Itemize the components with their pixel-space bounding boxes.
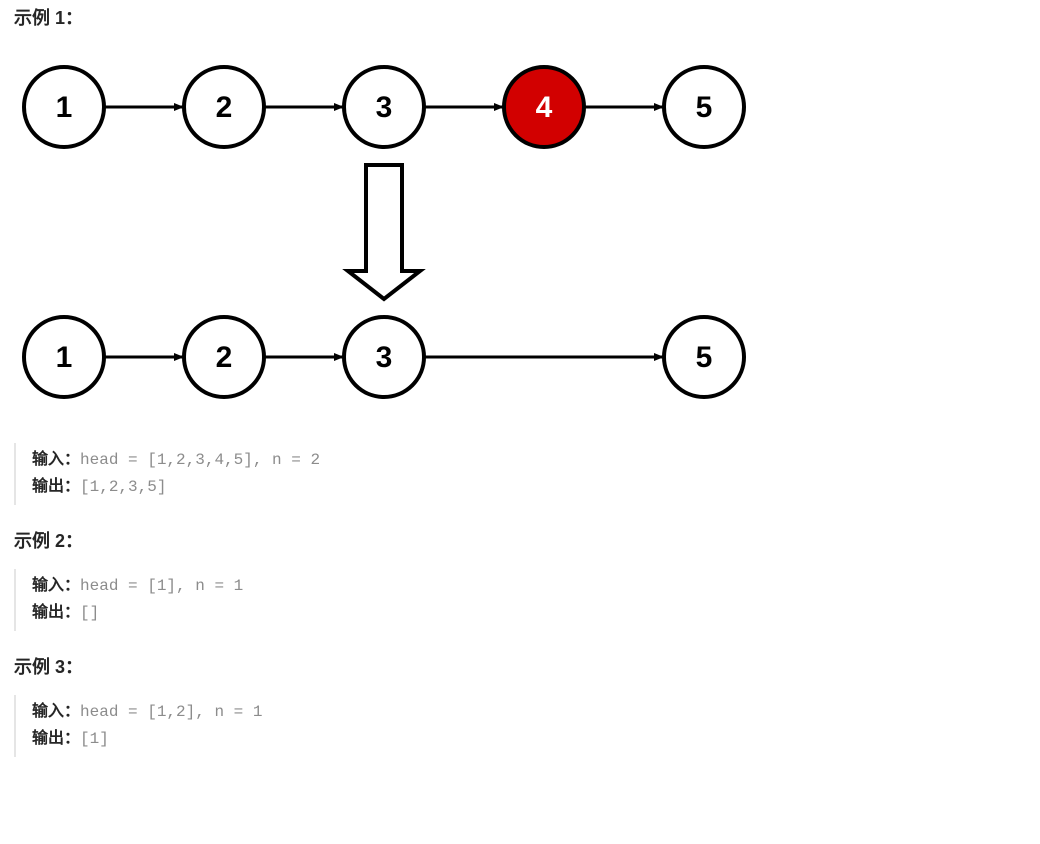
output-value: [1,2,3,5] [80,478,166,496]
example-2-input: 输入：head = [1], n = 1 [32,573,1026,600]
node-label: 5 [696,341,713,374]
node-label: 2 [216,91,233,124]
node-label: 1 [56,91,73,124]
node-label: 3 [376,91,393,124]
example-3-input: 输入：head = [1,2], n = 1 [32,699,1026,726]
diagram-svg: 1 2 3 4 5 1 2 3 5 [14,47,884,417]
input-value: head = [1,2,3,4,5], n = 2 [80,451,320,469]
output-label: 输出： [32,604,80,621]
example-1-code: 输入：head = [1,2,3,4,5], n = 2 输出：[1,2,3,5… [14,443,1026,504]
down-arrow-icon [348,165,420,299]
input-label: 输入： [32,577,80,594]
example-1-input: 输入：head = [1,2,3,4,5], n = 2 [32,447,1026,474]
example-3-heading: 示例 3： [14,653,1026,682]
input-label: 输入： [32,451,80,468]
example-3-output: 输出：[1] [32,726,1026,753]
example-2-output: 输出：[] [32,600,1026,627]
output-value: [] [80,604,99,622]
example-3-code: 输入：head = [1,2], n = 1 输出：[1] [14,695,1026,756]
output-value: [1] [80,730,109,748]
input-label: 输入： [32,703,80,720]
node-label: 2 [216,341,233,374]
node-label: 3 [376,341,393,374]
output-label: 输出： [32,730,80,747]
input-value: head = [1], n = 1 [80,577,243,595]
example-1-heading: 示例 1： [14,4,1026,33]
linked-list-diagram: 1 2 3 4 5 1 2 3 5 [14,47,1026,426]
node-label: 5 [696,91,713,124]
output-label: 输出： [32,478,80,495]
example-1-output: 输出：[1,2,3,5] [32,474,1026,501]
input-value: head = [1,2], n = 1 [80,703,262,721]
example-2-code: 输入：head = [1], n = 1 输出：[] [14,569,1026,630]
example-2-heading: 示例 2： [14,527,1026,556]
node-label: 1 [56,341,73,374]
node-label: 4 [536,91,553,124]
